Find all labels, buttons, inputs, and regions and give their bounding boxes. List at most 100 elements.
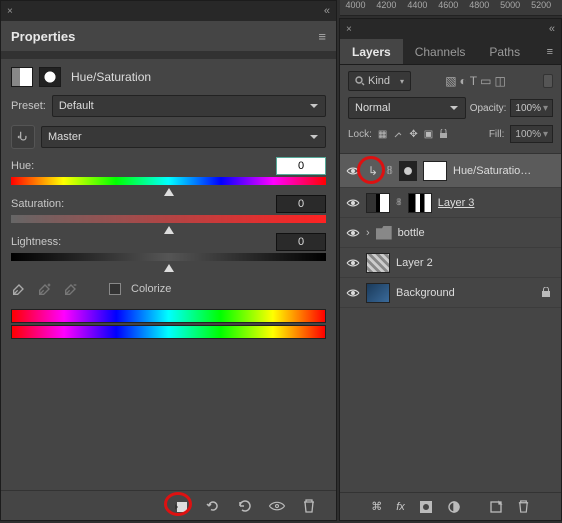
filter-toggle-icon[interactable]: [543, 74, 553, 88]
layer-name[interactable]: bottle: [398, 227, 555, 239]
properties-footer: [1, 490, 336, 520]
mask-thumbnail[interactable]: [408, 193, 432, 213]
filter-smart-icon[interactable]: ◫: [494, 74, 508, 88]
visibility-toggle-icon[interactable]: [346, 164, 360, 178]
opacity-label: Opacity:: [470, 103, 507, 114]
panel-tab-bar: × «: [1, 1, 336, 21]
trash-icon[interactable]: [300, 497, 318, 515]
visibility-toggle-icon[interactable]: [346, 196, 360, 210]
previous-state-icon[interactable]: [204, 497, 222, 515]
clip-to-layer-icon[interactable]: [172, 497, 190, 515]
adjustment-name: Hue/Saturation: [71, 70, 151, 84]
saturation-slider[interactable]: [11, 215, 326, 223]
lock-artboard-icon[interactable]: ▣: [424, 129, 433, 140]
mask-thumbnail[interactable]: [423, 161, 447, 181]
lock-pixels-icon[interactable]: [393, 129, 403, 139]
lock-icon: [541, 287, 551, 298]
layer-row-hue-saturation[interactable]: ↳ 𝟠 Hue/Saturatio…: [340, 154, 561, 188]
eyedropper-subtract-icon[interactable]: [63, 281, 79, 297]
link-icon[interactable]: 𝟠: [386, 164, 393, 177]
layers-panel: × « Layers Channels Paths ≡ Kind ▾ ▧◐T▭◫…: [339, 18, 562, 521]
spectrum-input-bar: [11, 309, 326, 323]
lock-all-icon[interactable]: [439, 129, 448, 139]
new-layer-icon[interactable]: [489, 500, 503, 514]
lock-label: Lock:: [348, 129, 372, 140]
filter-adjust-icon[interactable]: ◐: [460, 74, 470, 88]
filter-type-icons[interactable]: ▧◐T▭◫: [415, 74, 539, 88]
lock-position-icon[interactable]: ✥: [409, 129, 417, 140]
preset-select[interactable]: Default: [52, 95, 326, 117]
layer-row-layer3[interactable]: 𝟠 Layer 3: [340, 188, 561, 218]
adjustment-header: Hue/Saturation: [11, 67, 326, 87]
layer-list: ↳ 𝟠 Hue/Saturatio… 𝟠 Layer 3 › bott: [340, 153, 561, 492]
layer-name[interactable]: Layer 3: [438, 197, 555, 209]
adjustment-layer-icon[interactable]: [447, 500, 461, 514]
hue-slider[interactable]: [11, 177, 326, 185]
visibility-toggle-icon[interactable]: [346, 286, 360, 300]
tab-layers[interactable]: Layers: [340, 39, 403, 64]
blend-mode-select[interactable]: Normal: [348, 97, 466, 119]
layer-name[interactable]: Background: [396, 287, 535, 299]
lock-transparency-icon[interactable]: ▦: [378, 129, 387, 140]
histogram-icon: [11, 67, 33, 87]
targeted-adjustment-icon[interactable]: [11, 125, 35, 149]
lightness-slider[interactable]: [11, 253, 326, 261]
properties-panel: × « Properties ≡ Hue/Saturation Preset: …: [0, 0, 337, 521]
filter-kind-select[interactable]: Kind ▾: [348, 71, 411, 91]
panel-menu-icon[interactable]: ≡: [318, 29, 326, 44]
adjustment-thumb-icon: [399, 161, 417, 181]
layer-row-background[interactable]: Background: [340, 278, 561, 308]
preset-label: Preset:: [11, 100, 46, 112]
fill-input[interactable]: 100%▾: [510, 125, 553, 143]
fill-label: Fill:: [489, 129, 505, 140]
trash-icon[interactable]: [517, 499, 530, 514]
tab-paths[interactable]: Paths: [477, 39, 532, 64]
layers-footer: ⌘ fx: [340, 492, 561, 520]
panel-title: Properties: [11, 29, 75, 44]
panel-collapse-icon[interactable]: «: [549, 23, 555, 35]
eyedropper-icon[interactable]: [11, 281, 27, 297]
spectrum-output-bar: [11, 325, 326, 339]
layer-thumbnail[interactable]: [366, 193, 390, 213]
visibility-toggle-icon[interactable]: [346, 256, 360, 270]
layer-thumbnail[interactable]: [366, 253, 390, 273]
hue-label: Hue:: [11, 160, 34, 172]
channel-select[interactable]: Master: [41, 126, 326, 148]
panel-menu-icon[interactable]: ≡: [539, 46, 561, 58]
link-layers-icon[interactable]: ⌘: [371, 500, 382, 513]
clip-indicator-icon: ↳: [366, 164, 380, 178]
saturation-input[interactable]: [276, 195, 326, 213]
link-icon[interactable]: 𝟠: [396, 197, 402, 208]
layer-row-bottle[interactable]: › bottle: [340, 218, 561, 248]
filter-pixel-icon[interactable]: ▧: [445, 74, 459, 88]
disclosure-icon[interactable]: ›: [366, 227, 370, 239]
saturation-label: Saturation:: [11, 198, 64, 210]
visibility-toggle-icon[interactable]: [346, 226, 360, 240]
layer-name[interactable]: Layer 2: [396, 257, 555, 269]
visibility-icon[interactable]: [268, 497, 286, 515]
fx-icon[interactable]: fx: [396, 501, 405, 513]
hue-input[interactable]: [276, 157, 326, 175]
lightness-label: Lightness:: [11, 236, 61, 248]
close-icon[interactable]: ×: [346, 24, 352, 35]
close-icon[interactable]: ×: [7, 6, 13, 17]
tab-channels[interactable]: Channels: [403, 39, 478, 64]
folder-icon: [376, 226, 392, 240]
filter-type-icon[interactable]: T: [470, 74, 480, 88]
panel-tab-bar: × «: [340, 19, 561, 39]
panel-tabs: Layers Channels Paths ≡: [340, 39, 561, 65]
filter-shape-icon[interactable]: ▭: [480, 74, 494, 88]
opacity-input[interactable]: 100%▾: [510, 99, 553, 117]
eyedropper-add-icon[interactable]: [37, 281, 53, 297]
layer-thumbnail[interactable]: [366, 283, 390, 303]
reset-icon[interactable]: [236, 497, 254, 515]
panel-collapse-icon[interactable]: «: [324, 5, 330, 17]
lightness-input[interactable]: [276, 233, 326, 251]
layer-name[interactable]: Hue/Saturatio…: [453, 165, 555, 177]
colorize-label: Colorize: [131, 283, 171, 295]
mask-icon: [39, 67, 61, 87]
mask-icon[interactable]: [419, 500, 433, 514]
colorize-checkbox[interactable]: [109, 283, 121, 295]
canvas-ruler: 4000 4200 4400 4600 4800 5000 5200: [340, 0, 562, 16]
layer-row-layer2[interactable]: Layer 2: [340, 248, 561, 278]
